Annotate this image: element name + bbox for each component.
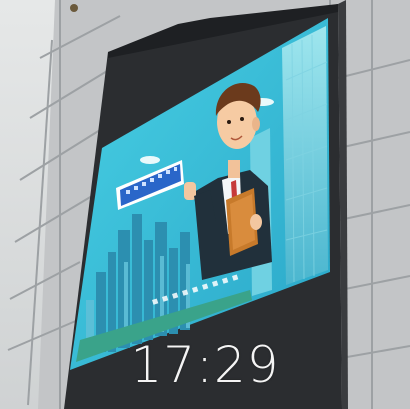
security-camera-icon (70, 4, 78, 12)
timestamp-label: 17:29 (130, 336, 280, 394)
